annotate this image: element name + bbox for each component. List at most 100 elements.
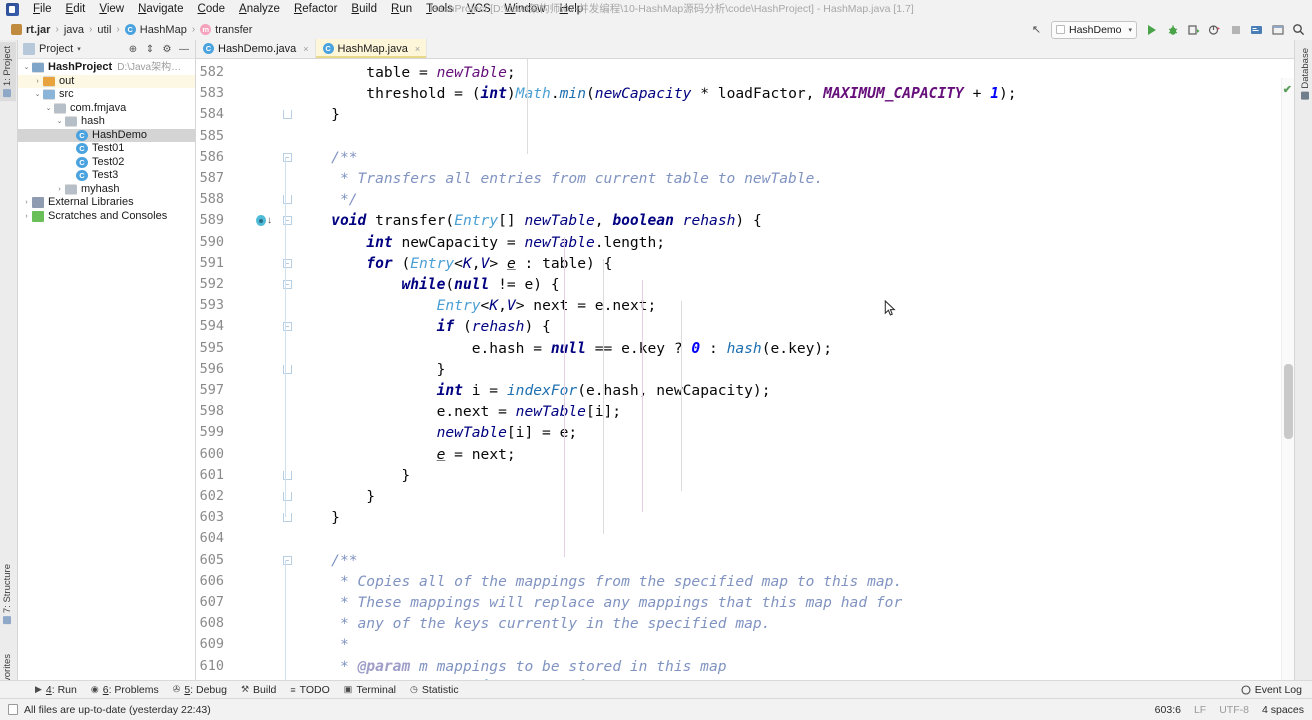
tool-window-button-5debug[interactable]: ✇ 5: Debug (166, 683, 234, 697)
chevron-right-icon[interactable]: › (32, 75, 43, 89)
menu-item-view[interactable]: View (92, 1, 131, 18)
tool-window-button-terminal[interactable]: ▣ Terminal (337, 683, 403, 697)
project-structure-button[interactable] (1247, 20, 1266, 39)
menu-item-navigate[interactable]: Navigate (131, 1, 190, 18)
code-line[interactable]: * (296, 634, 349, 655)
chevron-down-icon[interactable]: ⌄ (54, 115, 65, 129)
editor-tab-hashdemojava[interactable]: C HashDemo.java × (196, 39, 316, 58)
code-line[interactable]: int i = indexFor(e.hash, newCapacity); (296, 380, 771, 401)
editor-tab-hashmapjava[interactable]: C HashMap.java × (315, 39, 428, 58)
breadcrumb-item-java[interactable]: java (61, 23, 87, 37)
breadcrumb-item-transfer[interactable]: m transfer (197, 23, 255, 37)
tree-node-hashdemo[interactable]: ›CHashDemo (18, 128, 195, 142)
tool-window-button-todo[interactable]: ≡ TODO (283, 683, 336, 697)
code-line[interactable]: /** (296, 147, 357, 168)
indent-setting[interactable]: 4 spaces (1262, 704, 1304, 716)
profile-button[interactable] (1205, 20, 1224, 39)
code-line[interactable]: threshold = (int)Math.min(newCapacity * … (296, 83, 1016, 104)
tool-window-button-build[interactable]: ⚒ Build (234, 683, 283, 697)
code-line[interactable]: * Transfers all entries from current tab… (296, 168, 823, 189)
code-folding-marker[interactable] (280, 507, 294, 528)
menu-item-file[interactable]: File (26, 1, 59, 18)
vertical-scrollbar[interactable] (1284, 364, 1293, 439)
search-everywhere-icon[interactable] (1289, 20, 1308, 39)
gutter-navigate-icon[interactable]: ↓ (256, 210, 272, 231)
code-line[interactable]: int newCapacity = newTable.length; (296, 232, 665, 253)
chevron-right-icon[interactable]: › (21, 196, 32, 210)
tree-node-test3[interactable]: ›CTest3 (18, 169, 195, 183)
expand-all-button[interactable]: ⊕ (125, 41, 141, 57)
code-folding-marker[interactable]: − (280, 550, 294, 571)
caret-position[interactable]: 603:6 (1155, 704, 1181, 716)
chevron-right-icon[interactable]: › (54, 183, 65, 197)
chevron-down-icon[interactable]: ⌄ (43, 102, 54, 116)
code-folding-marker[interactable] (280, 359, 294, 380)
code-folding-marker[interactable]: − (280, 253, 294, 274)
code-folding-marker[interactable] (280, 465, 294, 486)
editor-gutter[interactable]: 582 583 584 585 586−587 588 589− ↓ 590 591−592−59… (196, 59, 296, 690)
code-text[interactable]: table = newTable; threshold = (int)Math.… (296, 59, 1294, 690)
tree-node-hashproject[interactable]: ⌄ HashProject D:\Java架构师\07-并发编 (18, 61, 195, 75)
hide-button[interactable]: — (176, 41, 192, 57)
menu-item-run[interactable]: Run (384, 1, 419, 18)
breadcrumb-item-rtjar[interactable]: rt.jar (8, 23, 53, 37)
tree-node-test02[interactable]: ›CTest02 (18, 156, 195, 170)
close-icon[interactable]: × (303, 44, 308, 54)
debug-button[interactable] (1163, 20, 1182, 39)
breadcrumb-item-hashmap[interactable]: C HashMap (122, 23, 190, 37)
code-folding-marker[interactable] (280, 104, 294, 125)
code-folding-marker[interactable]: − (280, 147, 294, 168)
chevron-down-icon[interactable]: ⌄ (21, 61, 32, 75)
code-line[interactable]: } (296, 104, 340, 125)
chevron-right-icon[interactable]: › (21, 210, 32, 224)
code-viewport[interactable]: 582 583 584 585 586−587 588 589− ↓ 590 591−592−59… (196, 59, 1294, 690)
code-line[interactable]: if (rehash) { (296, 316, 551, 337)
code-folding-marker[interactable]: − (280, 316, 294, 337)
file-encoding[interactable]: UTF-8 (1219, 704, 1249, 716)
tree-node-test01[interactable]: ›CTest01 (18, 142, 195, 156)
tree-node-out[interactable]: › out (18, 74, 195, 89)
update-project-button[interactable] (1268, 20, 1287, 39)
run-with-coverage-button[interactable] (1184, 20, 1203, 39)
menu-item-refactor[interactable]: Refactor (287, 1, 344, 18)
code-folding-marker[interactable]: − (280, 274, 294, 295)
code-folding-marker[interactable] (280, 486, 294, 507)
code-line[interactable]: * @param m mappings to be stored in this… (296, 656, 727, 677)
code-line[interactable]: e = next; (296, 444, 516, 465)
tree-node-externallibraries[interactable]: › External Libraries (18, 196, 195, 210)
code-folding-marker[interactable]: − (280, 210, 294, 231)
tree-node-hash[interactable]: ⌄ hash (18, 115, 195, 129)
code-line[interactable]: e.next = newTable[i]; (296, 401, 622, 422)
code-line[interactable]: */ (296, 189, 358, 210)
tree-node-src[interactable]: ⌄ src (18, 88, 195, 102)
tree-node-comfmjava[interactable]: ⌄ com.fmjava (18, 102, 195, 116)
stripe-button-7structure[interactable]: 7: Structure (0, 560, 16, 628)
tool-window-button-6problems[interactable]: ◉ 6: Problems (84, 683, 166, 697)
menu-item-edit[interactable]: Edit (59, 1, 93, 18)
code-line[interactable]: } (296, 465, 410, 486)
menu-item-analyze[interactable]: Analyze (232, 1, 287, 18)
settings-button[interactable]: ⚙ (159, 41, 175, 57)
code-folding-marker[interactable] (280, 189, 294, 210)
chevron-down-icon[interactable]: ⌄ (32, 88, 43, 102)
run-configuration-selector[interactable]: HashDemo ▾ (1051, 20, 1137, 39)
code-line[interactable]: * any of the keys currently in the speci… (296, 613, 771, 634)
stripe-button-1project[interactable]: 1: Project (0, 42, 16, 102)
breadcrumb-item-util[interactable]: util (94, 23, 114, 37)
chevron-down-icon[interactable]: ▾ (77, 45, 81, 53)
code-line[interactable]: while(null != e) { (296, 274, 559, 295)
code-line[interactable]: table = newTable; (296, 62, 515, 83)
code-line[interactable]: } (296, 486, 375, 507)
code-line[interactable]: * Copies all of the mappings from the sp… (296, 571, 902, 592)
tree-node-myhash[interactable]: › myhash (18, 183, 195, 197)
code-line[interactable]: } (296, 507, 340, 528)
code-line[interactable]: /** (296, 550, 357, 571)
menu-item-code[interactable]: Code (191, 1, 233, 18)
code-line[interactable]: void transfer(Entry[] newTable, boolean … (296, 210, 762, 231)
stripe-button-database[interactable]: Database (1297, 44, 1312, 104)
tool-window-button-4run[interactable]: ▶ 4: Run (28, 683, 84, 697)
close-icon[interactable]: × (415, 44, 420, 54)
menu-item-build[interactable]: Build (344, 1, 384, 18)
run-button[interactable] (1142, 20, 1161, 39)
collapse-all-button[interactable]: ⇕ (142, 41, 158, 57)
